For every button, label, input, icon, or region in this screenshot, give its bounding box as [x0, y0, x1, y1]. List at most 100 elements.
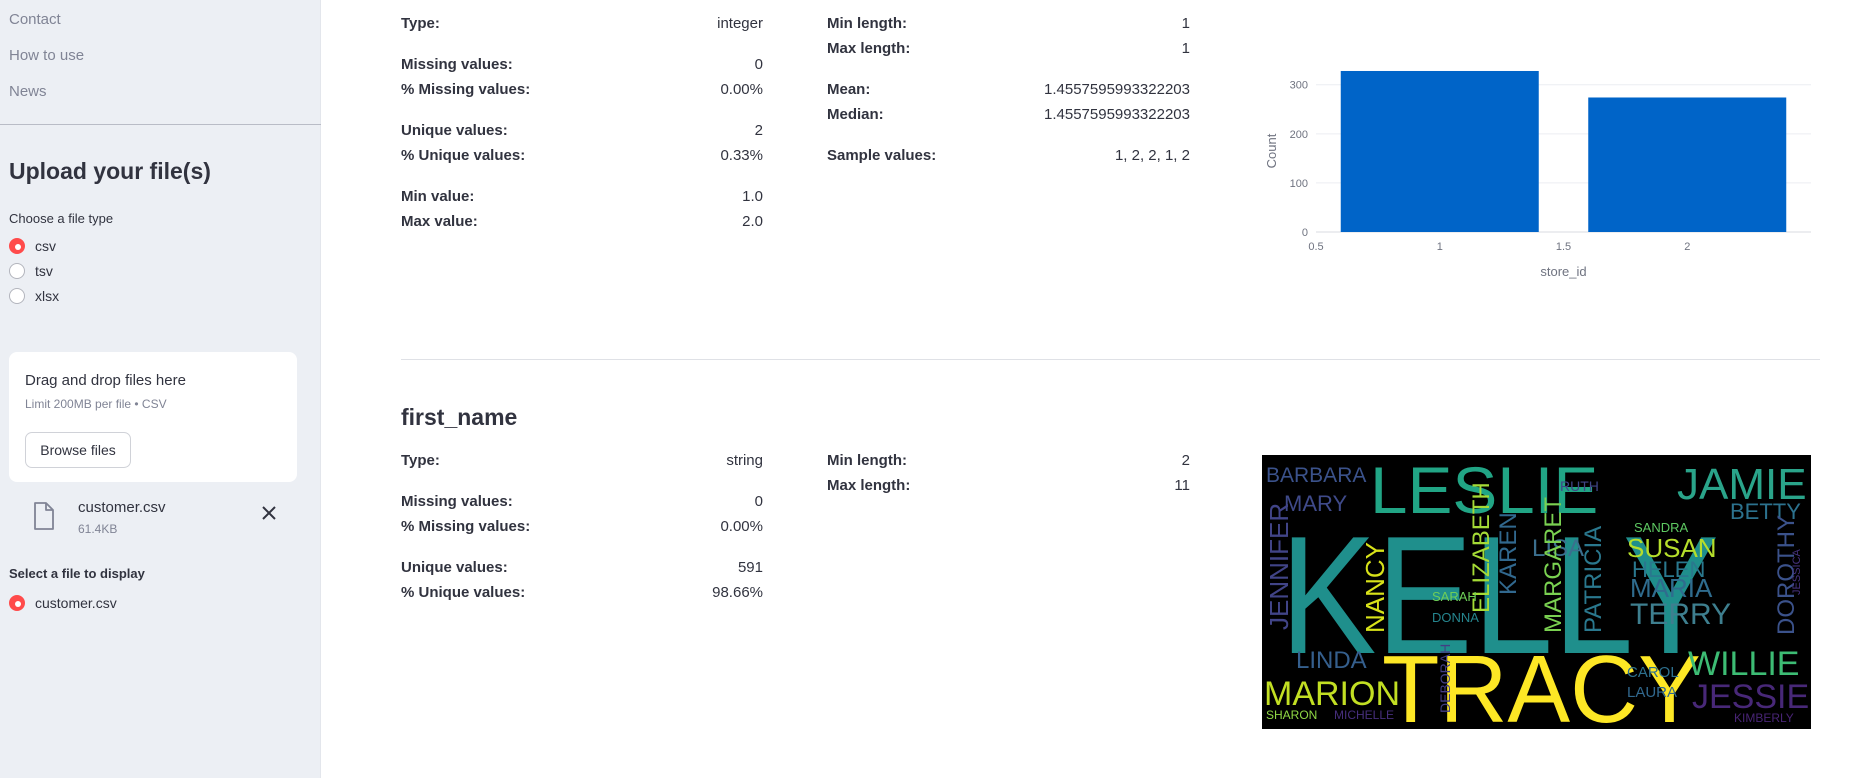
stat-label: Median: — [827, 106, 884, 123]
stat-label: Max length: — [827, 40, 911, 57]
wordcloud-word: SHARON — [1266, 708, 1318, 722]
stat-label: % Unique values: — [401, 584, 526, 601]
uploaded-file-name: customer.csv — [78, 499, 166, 516]
stat-label: Mean: — [827, 81, 871, 98]
file-type-label: Choose a file type — [9, 211, 114, 226]
stat-label: Type: — [401, 452, 440, 469]
x-tick-label: 1 — [1437, 241, 1443, 253]
stat-label: Missing values: — [401, 56, 513, 73]
wordcloud-word: JESSIE — [1692, 678, 1810, 716]
y-tick-label: 300 — [1290, 80, 1308, 92]
stat-value: 1 — [1181, 15, 1190, 32]
section-title-first-name: first_name — [401, 404, 518, 430]
store-id-histogram: 0 100 200 300 0.5 1 1.5 2 store_id Count — [1264, 70, 1811, 279]
bar — [1340, 70, 1539, 233]
stat-label: Min length: — [827, 15, 907, 32]
radio-csv[interactable]: csv — [9, 238, 56, 254]
browse-files-button[interactable]: Browse files — [25, 432, 131, 468]
wordcloud-word: JENNIFER — [1264, 502, 1294, 630]
radio-tsv[interactable]: tsv — [9, 263, 53, 279]
x-axis-label: store_id — [1540, 264, 1586, 279]
wordcloud-word: NANCY — [1360, 541, 1390, 633]
wordcloud-word: PATRICIA — [1580, 525, 1607, 633]
radio-label: tsv — [35, 263, 53, 279]
stat-label: % Missing values: — [401, 518, 531, 535]
wordcloud-word: KAREN — [1495, 512, 1522, 595]
stat-value: 2 — [754, 122, 763, 139]
wordcloud-word: MARION — [1264, 675, 1400, 713]
y-tick-label: 100 — [1290, 178, 1308, 190]
stat-value: 1 — [1181, 40, 1190, 57]
wordcloud-word: DONNA — [1432, 610, 1479, 625]
wordcloud-word: TERRY — [1630, 598, 1732, 631]
nav-how-to-use[interactable]: How to use — [9, 47, 84, 64]
stat-value: 1, 2, 2, 1, 2 — [1114, 147, 1190, 164]
stat-value: integer — [717, 15, 763, 32]
wordcloud-word: DEBORAH — [1437, 643, 1453, 713]
file-icon — [34, 502, 54, 530]
stat-value: 0 — [754, 493, 763, 510]
stat-value: 98.66% — [712, 584, 763, 601]
stat-value: 2 — [1181, 452, 1190, 469]
y-axis-label: Count — [1264, 133, 1279, 168]
x-tick-label: 2 — [1684, 241, 1690, 253]
y-tick-label: 200 — [1290, 129, 1308, 141]
file-dropzone[interactable]: Drag and drop files here Limit 200MB per… — [9, 352, 297, 482]
wordcloud-word: MICHELLE — [1334, 708, 1395, 722]
section-divider — [401, 359, 1820, 360]
wordcloud-word: SANDRA — [1634, 520, 1689, 535]
radio-checked-icon[interactable] — [9, 238, 25, 254]
radio-checked-icon[interactable] — [9, 595, 25, 611]
radio-unchecked-icon[interactable] — [9, 288, 25, 304]
dropzone-title: Drag and drop files here — [25, 372, 186, 389]
stat-value: 11 — [1174, 477, 1190, 494]
stat-value: 0 — [754, 56, 763, 73]
stat-value: 0.00% — [720, 518, 763, 535]
sidebar: Contact How to use News Upload your file… — [0, 0, 321, 778]
uploaded-file-size: 61.4KB — [78, 522, 118, 536]
radio-label: customer.csv — [35, 595, 117, 611]
nav-contact[interactable]: Contact — [9, 11, 61, 28]
stat-value: string — [726, 452, 763, 469]
wordcloud-word: JESSICA — [1791, 549, 1803, 595]
wordcloud-word: LAURA — [1627, 684, 1678, 701]
select-file-label: Select a file to display — [9, 566, 145, 581]
stat-label: Type: — [401, 15, 440, 32]
radio-label: csv — [35, 238, 56, 254]
y-tick-label: 0 — [1302, 227, 1308, 239]
wordcloud-word: BARBARA — [1266, 464, 1367, 487]
nav-divider — [0, 124, 321, 125]
close-icon[interactable] — [262, 506, 276, 520]
first-name-wordcloud: KELLY TRACY LESLIE JAMIE BARBARA MARY BE… — [1262, 455, 1811, 729]
stat-label: Unique values: — [401, 559, 508, 576]
radio-xlsx[interactable]: xlsx — [9, 288, 59, 304]
stat-value: 0.00% — [720, 81, 763, 98]
wordcloud-word: SARAH — [1432, 589, 1477, 604]
stat-value: 1.4557595993322203 — [1044, 106, 1190, 123]
stat-value: 1.0 — [742, 188, 763, 205]
wordcloud-word: CAROL — [1627, 664, 1679, 681]
stat-label: % Unique values: — [401, 147, 526, 164]
stat-label: Min length: — [827, 452, 907, 469]
stat-label: Missing values: — [401, 493, 513, 510]
stat-value: 0.33% — [720, 147, 763, 164]
stat-value: 1.4557595993322203 — [1044, 81, 1190, 98]
radio-unchecked-icon[interactable] — [9, 263, 25, 279]
dropzone-limit: Limit 200MB per file • CSV — [25, 397, 167, 411]
wordcloud-word: RUTH — [1560, 478, 1599, 494]
bar — [1588, 97, 1787, 232]
stat-label: Max length: — [827, 477, 911, 494]
x-tick-label: 0.5 — [1308, 241, 1323, 253]
stat-label: % Missing values: — [401, 81, 531, 98]
wordcloud-word: KIMBERLY — [1734, 711, 1794, 725]
stat-value: 591 — [737, 559, 763, 576]
stat-label: Min value: — [401, 188, 475, 205]
nav-news[interactable]: News — [9, 83, 47, 100]
radio-customer-csv[interactable]: customer.csv — [9, 595, 117, 611]
wordcloud-word: LINDA — [1296, 647, 1367, 674]
x-tick-label: 1.5 — [1556, 241, 1571, 253]
stat-label: Max value: — [401, 213, 478, 230]
wordcloud-word: WILLIE — [1688, 645, 1800, 683]
wordcloud-word: MARGARET — [1540, 496, 1567, 633]
stat-label: Unique values: — [401, 122, 508, 139]
